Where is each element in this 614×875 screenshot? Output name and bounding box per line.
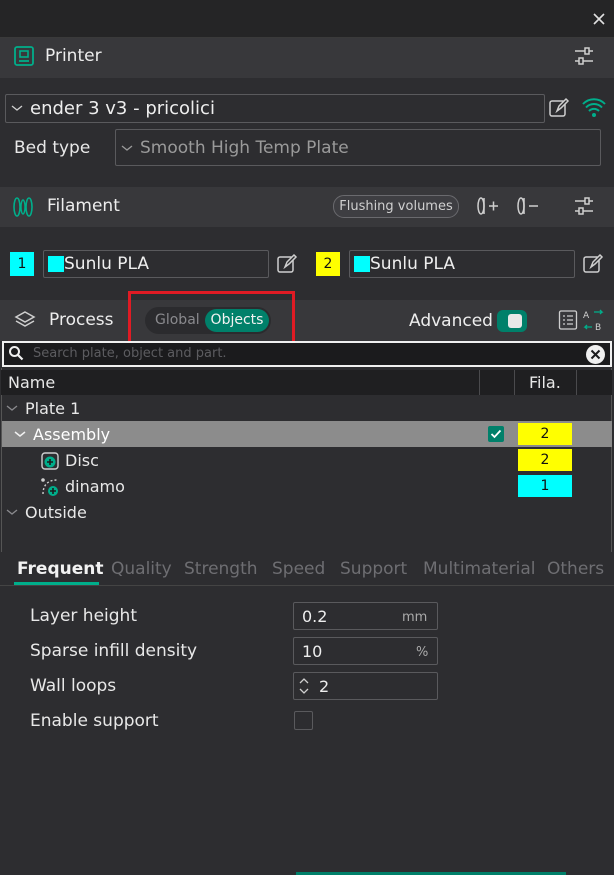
highlight-box: [128, 291, 295, 346]
clear-search-icon[interactable]: [585, 344, 606, 365]
enable-support-checkbox[interactable]: [294, 711, 313, 730]
wall-loops-stepper[interactable]: [293, 672, 438, 700]
collapse-arrow-icon[interactable]: [6, 403, 18, 413]
tab-frequent[interactable]: Frequent: [17, 559, 103, 579]
edit-filament-icon[interactable]: [582, 253, 604, 275]
window-titlebar: [0, 0, 614, 38]
filament-icon: [11, 195, 35, 219]
outside-label: Outside: [25, 503, 87, 522]
filament-cell[interactable]: 2: [518, 449, 572, 471]
close-icon[interactable]: [590, 10, 608, 28]
printer-title: Printer: [45, 46, 102, 66]
part-icon: [40, 451, 60, 471]
infill-density-value: 10: [302, 642, 323, 661]
enable-support-label: Enable support: [30, 711, 159, 731]
svg-text:A: A: [583, 311, 590, 321]
wall-loops-value: 2: [319, 677, 330, 696]
column-divider: [479, 370, 480, 395]
filament-cell[interactable]: 2: [518, 423, 572, 445]
modifier-icon: [40, 477, 60, 497]
search-input[interactable]: Search plate, object and part.: [33, 346, 227, 361]
remove-filament-icon[interactable]: [514, 194, 540, 218]
filament-title: Filament: [47, 196, 120, 216]
printer-icon: [13, 45, 35, 67]
compare-presets-icon[interactable]: A B: [582, 308, 606, 332]
wifi-icon[interactable]: [582, 96, 606, 120]
process-title: Process: [49, 310, 114, 330]
filament-settings-icon[interactable]: [573, 196, 595, 216]
bed-type-label: Bed type: [14, 138, 91, 158]
filament-slot-number[interactable]: 2: [316, 252, 340, 276]
filament-slot-2-name: Sunlu PLA: [370, 254, 455, 274]
column-divider: [576, 370, 577, 395]
layer-height-unit: mm: [402, 610, 428, 625]
collapse-arrow-icon[interactable]: [6, 507, 18, 517]
filament-color-swatch: [354, 256, 370, 272]
bed-type-value: Smooth High Temp Plate: [140, 138, 349, 158]
add-filament-icon[interactable]: [474, 194, 500, 218]
printer-settings-icon[interactable]: [573, 46, 595, 66]
infill-density-unit: %: [416, 645, 429, 660]
flushing-volumes-button[interactable]: Flushing volumes: [333, 195, 459, 218]
layer-height-value: 0.2: [302, 607, 328, 626]
advanced-toggle[interactable]: [497, 310, 527, 332]
active-tab-indicator: [14, 582, 99, 585]
edit-printer-icon[interactable]: [548, 97, 570, 119]
stepper-arrows-icon[interactable]: [298, 676, 310, 696]
tab-multimaterial[interactable]: Multimaterial: [423, 559, 536, 579]
chevron-down-icon: [121, 143, 133, 153]
filament-cell[interactable]: 1: [518, 475, 572, 497]
checkbox-checked-icon[interactable]: [487, 425, 505, 443]
advanced-label: Advanced: [409, 311, 493, 331]
layers-icon: [14, 309, 36, 331]
object-list-header: [1, 370, 612, 395]
infill-density-label: Sparse infill density: [30, 641, 198, 661]
tab-speed[interactable]: Speed: [272, 559, 325, 579]
svg-text:B: B: [595, 323, 601, 332]
filament-slot-number[interactable]: 1: [10, 252, 34, 276]
wall-loops-label: Wall loops: [30, 676, 117, 696]
column-divider: [514, 370, 515, 395]
filament-slot-1-name: Sunlu PLA: [64, 254, 149, 274]
dinamo-label: dinamo: [65, 477, 125, 496]
tab-others[interactable]: Others: [547, 559, 604, 579]
collapse-arrow-icon[interactable]: [14, 429, 26, 439]
edit-filament-icon[interactable]: [276, 253, 298, 275]
filament-color-swatch: [48, 256, 64, 272]
layer-height-label: Layer height: [30, 606, 137, 626]
plate-label: Plate 1: [25, 399, 81, 418]
column-fila-header[interactable]: Fila.: [529, 373, 561, 392]
printer-preset-value: ender 3 v3 - pricolici: [30, 98, 215, 119]
plate-row[interactable]: [2, 395, 612, 421]
list-view-icon[interactable]: [558, 309, 578, 331]
disc-label: Disc: [65, 451, 99, 470]
column-name-header[interactable]: Name: [8, 373, 55, 392]
plate-row[interactable]: [2, 499, 612, 525]
tab-quality[interactable]: Quality: [111, 559, 172, 579]
tab-support[interactable]: Support: [340, 559, 407, 579]
chevron-down-icon: [11, 103, 23, 113]
assembly-label: Assembly: [33, 425, 111, 444]
tab-strength[interactable]: Strength: [184, 559, 258, 579]
search-icon: [8, 345, 24, 361]
